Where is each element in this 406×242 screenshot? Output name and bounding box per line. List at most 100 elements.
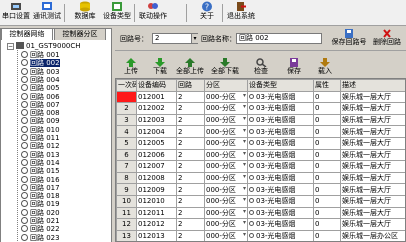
table-cell[interactable]: 2 [176, 125, 205, 138]
table-cell[interactable]: 娱乐城一层大厅 [340, 171, 405, 185]
table-cell[interactable]: 娱乐城一层大厅 [340, 206, 405, 220]
table-cell[interactable]: 000-分区 ▾ [204, 102, 248, 115]
table-cell[interactable]: 03-光电感烟 [247, 125, 314, 138]
tab-controller-zones[interactable]: 控制器分区 [54, 28, 106, 40]
table-row[interactable]: 6 012006 2 000-分区 ▾ 03-光电感烟 0 娱乐城一层大厅 [116, 148, 405, 162]
table-cell[interactable]: 0 [313, 113, 341, 127]
table-cell[interactable]: 0 [313, 90, 341, 104]
table-cell[interactable]: 0 [313, 206, 341, 220]
table-cell[interactable]: 000-分区 ▾ [204, 113, 248, 127]
table-cell[interactable]: 012013 [136, 229, 177, 241]
download-all-button[interactable]: 全部下载 [207, 58, 243, 75]
device-table[interactable]: 一次码设备编码回路分区设备类型属性描述 10120012000-分区▾03-光电… [115, 78, 406, 242]
table-cell[interactable]: 2 [176, 194, 205, 208]
table-cell[interactable]: 012011 [136, 206, 177, 220]
table-cell[interactable]: 000-分区 ▾ [204, 160, 248, 173]
dropdown-icon[interactable]: ▾ [243, 185, 246, 192]
table-cell[interactable]: 10 [116, 194, 137, 208]
table-cell[interactable]: 7 [116, 160, 137, 173]
table-cell[interactable]: 012012 [136, 218, 177, 231]
table-cell[interactable]: 娱乐城一层大厅 [340, 194, 405, 208]
dropdown-icon[interactable]: ▾ [243, 115, 246, 122]
table-cell[interactable]: 000-分区 ▾ [204, 183, 248, 196]
table-cell[interactable]: 9 [116, 183, 137, 196]
table-cell[interactable]: 03-光电感烟 [247, 194, 314, 208]
column-header[interactable]: 一次码 [116, 79, 137, 92]
table-cell[interactable]: 000-分区 ▾ [204, 194, 248, 208]
table-cell[interactable]: 2 [176, 183, 205, 196]
table-cell[interactable]: 0 [313, 183, 341, 196]
dropdown-icon[interactable]: ▾ [243, 150, 246, 157]
column-header[interactable]: 属性 [313, 79, 341, 92]
tab-controller-network[interactable]: 控制器网络 [1, 28, 53, 40]
table-cell[interactable]: 0 [313, 229, 341, 241]
table-row[interactable]: 4 012004 2 000-分区 ▾ 03-光电感烟 0 娱乐城一层大厅 [116, 125, 405, 138]
table-cell[interactable]: 0 [313, 148, 341, 162]
table-cell[interactable]: 0 [313, 194, 341, 208]
dropdown-icon[interactable]: ▾ [243, 104, 246, 111]
table-cell[interactable]: 2 [176, 102, 205, 115]
table-cell[interactable]: 03-光电感烟 [247, 206, 314, 220]
table-cell[interactable]: 03-光电感烟 [247, 136, 314, 150]
table-row[interactable]: 7 012007 2 000-分区 ▾ 03-光电感烟 0 娱乐城一层大厅 [116, 160, 405, 173]
table-cell[interactable]: 2 [176, 218, 205, 231]
toolbar-button-comm-test[interactable]: 通讯测试 [32, 1, 62, 25]
table-cell[interactable]: 2 [176, 229, 205, 241]
table-cell[interactable]: 012005 [136, 136, 177, 150]
table-cell[interactable]: 03-光电感烟 [247, 90, 314, 104]
loop-number-dropdown-icon[interactable]: ▾ [191, 34, 198, 43]
table-cell[interactable]: 2 [116, 102, 137, 115]
table-cell[interactable]: 03-光电感烟 [247, 183, 314, 196]
table-cell[interactable]: 2 [176, 90, 205, 104]
table-row[interactable]: 10 012010 2 000-分区 ▾ 03-光电感烟 0 娱乐城一层大厅 [116, 194, 405, 208]
table-cell[interactable]: 012007 [136, 160, 177, 173]
toolbar-button-linkage[interactable]: 联动操作 [138, 1, 168, 25]
table-cell[interactable]: 000-分区 ▾ [204, 206, 248, 220]
table-cell[interactable]: 0 [313, 160, 341, 173]
toolbar-button-serial[interactable]: 串口设置 [2, 1, 30, 25]
save-button[interactable]: 保存 [281, 58, 307, 75]
table-cell[interactable]: 0 [313, 125, 341, 138]
table-cell[interactable]: 000-分区 ▾ [204, 125, 248, 138]
table-cell[interactable]: 000-分区 ▾ [204, 171, 248, 185]
dropdown-icon[interactable]: ▾ [243, 138, 246, 145]
toolbar-button-exit[interactable]: 退出系统 [226, 1, 256, 25]
dropdown-icon[interactable]: ▾ [243, 220, 246, 227]
table-cell[interactable]: 012002 [136, 102, 177, 115]
table-cell[interactable]: 娱乐城一层大厅 [340, 183, 405, 196]
table-cell[interactable]: 娱乐城一层大厅 [340, 113, 405, 127]
loop-name-input[interactable]: 回路 002 [236, 33, 322, 44]
table-cell[interactable]: 000-分区 ▾ [204, 218, 248, 231]
table-cell[interactable]: 03-光电感烟 [247, 218, 314, 231]
dropdown-icon[interactable]: ▾ [243, 208, 246, 215]
column-header[interactable]: 回路 [176, 79, 205, 92]
table-cell[interactable]: 000-分区 ▾ [204, 90, 248, 104]
table-cell[interactable]: 娱乐城一层大厅 [340, 148, 405, 162]
column-header[interactable]: 分区 [204, 79, 248, 92]
toolbar-button-device-type[interactable]: 设备类型 [102, 1, 132, 25]
toolbar-button-help[interactable]: ? 关于 [196, 1, 218, 25]
table-row[interactable]: 13 012013 2 000-分区 ▾ 03-光电感烟 0 娱乐城一层办公区 [116, 229, 405, 241]
table-cell[interactable]: 娱乐城一层大厅 [340, 90, 405, 104]
column-header[interactable]: 设备类型 [247, 79, 314, 92]
load-button[interactable]: 载入 [312, 58, 338, 75]
table-cell[interactable]: 2 [176, 160, 205, 173]
table-cell[interactable]: 000-分区 ▾ [204, 136, 248, 150]
table-cell[interactable]: 03-光电感烟 [247, 113, 314, 127]
table-cell[interactable]: 012009 [136, 183, 177, 196]
table-cell[interactable]: 13 [116, 229, 137, 241]
table-cell[interactable]: 5 [116, 136, 137, 150]
dropdown-icon[interactable]: ▾ [243, 196, 246, 203]
download-button[interactable]: 下载 [147, 58, 173, 75]
table-row[interactable]: 9 012009 2 000-分区 ▾ 03-光电感烟 0 娱乐城一层大厅 [116, 183, 405, 196]
table-cell[interactable]: 012010 [136, 194, 177, 208]
toolbar-button-database[interactable]: 数据库 [72, 1, 98, 25]
table-row[interactable]: 11 012011 2 000-分区 ▾ 03-光电感烟 0 娱乐城一层大厅 [116, 206, 405, 220]
table-cell[interactable]: 8 [116, 171, 137, 185]
collapse-icon[interactable]: − [7, 43, 14, 50]
table-cell[interactable]: 03-光电感烟 [247, 160, 314, 173]
dropdown-icon[interactable]: ▾ [243, 173, 246, 180]
table-row[interactable]: 1 012001 2 000-分区 ▾ 03-光电感烟 0 娱乐城一层大厅 [116, 90, 405, 104]
table-cell[interactable]: 2 [176, 148, 205, 162]
upload-all-button[interactable]: 全部上传 [172, 58, 208, 75]
